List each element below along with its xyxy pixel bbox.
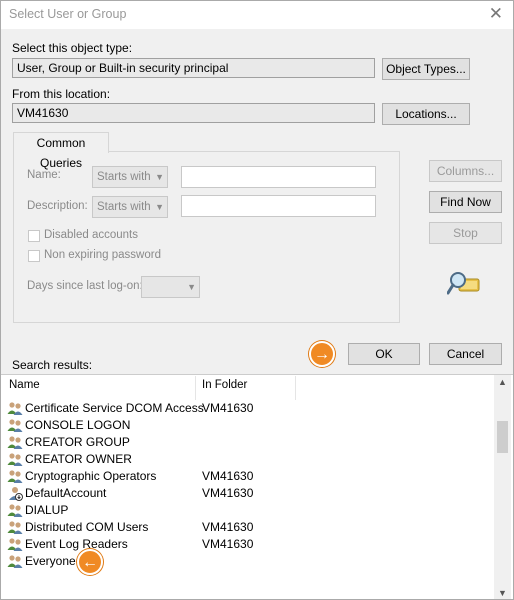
table-row[interactable]: DIALUP [1, 502, 496, 519]
arrow-left-annotation-icon: ← [77, 549, 103, 575]
row-folder: VM41630 [202, 520, 254, 534]
days-since-logon-label: Days since last log-on: [27, 280, 143, 292]
row-name: Certificate Service DCOM Access [25, 401, 204, 415]
scroll-down-icon[interactable]: ▼ [498, 588, 507, 598]
disabled-accounts-label: Disabled accounts [44, 229, 138, 241]
table-row[interactable]: Distributed COM Users VM41630 [1, 519, 496, 536]
columns-button[interactable]: Columns... [429, 160, 502, 182]
find-now-button[interactable]: Find Now [429, 191, 502, 213]
description-label: Description: [27, 200, 88, 212]
cancel-button[interactable]: Cancel [429, 343, 502, 365]
results-scrollbar[interactable]: ▲ ▼ [494, 375, 511, 599]
description-mode-select[interactable]: Starts with ▼ [92, 196, 168, 218]
row-name: DefaultAccount [25, 486, 107, 500]
non-expiring-password-checkbox[interactable] [28, 250, 40, 262]
stop-button[interactable]: Stop [429, 222, 502, 244]
column-divider[interactable] [295, 376, 296, 400]
row-name: DIALUP [25, 503, 69, 517]
location-field: VM41630 [12, 103, 375, 123]
title-bar: Select User or Group ✕ [1, 1, 513, 29]
name-input[interactable] [181, 166, 376, 188]
search-results-label: Search results: [12, 358, 93, 372]
row-folder: VM41630 [202, 486, 254, 500]
scroll-up-icon[interactable]: ▲ [498, 377, 507, 387]
description-mode-value: Starts with [97, 201, 151, 213]
column-header-in-folder[interactable]: In Folder [202, 379, 247, 391]
row-name: Cryptographic Operators [25, 469, 157, 483]
close-icon[interactable]: ✕ [489, 4, 503, 24]
select-user-or-group-dialog: Select User or Group ✕ Select this objec… [0, 0, 514, 600]
column-header-name[interactable]: Name [9, 379, 40, 391]
name-mode-value: Starts with [97, 171, 151, 183]
table-row[interactable]: CREATOR OWNER [1, 451, 496, 468]
row-name: CONSOLE LOGON [25, 418, 131, 432]
table-row[interactable]: Cryptographic Operators VM41630 [1, 468, 496, 485]
locations-button[interactable]: Locations... [382, 103, 470, 125]
scroll-thumb[interactable] [497, 421, 508, 453]
table-row[interactable]: Event Log Readers VM41630 [1, 536, 496, 553]
row-name: Distributed COM Users [25, 520, 149, 534]
row-folder: VM41630 [202, 537, 254, 551]
description-input[interactable] [181, 195, 376, 217]
row-name: Everyone [25, 554, 76, 568]
name-mode-select[interactable]: Starts with ▼ [92, 166, 168, 188]
dialog-title: Select User or Group [9, 7, 127, 21]
location-label: From this location: [12, 87, 111, 101]
non-expiring-password-label: Non expiring password [44, 249, 161, 261]
name-label: Name: [27, 169, 61, 181]
object-type-label: Select this object type: [12, 41, 133, 55]
disabled-accounts-checkbox[interactable] [28, 230, 40, 242]
row-folder: VM41630 [202, 401, 254, 415]
chevron-down-icon: ▼ [187, 282, 196, 292]
column-divider[interactable] [195, 376, 196, 400]
table-row[interactable]: CONSOLE LOGON [1, 417, 496, 434]
chevron-down-icon: ▼ [155, 202, 164, 212]
table-row[interactable]: CREATOR GROUP [1, 434, 496, 451]
object-type-field: User, Group or Built-in security princip… [12, 58, 375, 78]
row-folder: VM41630 [202, 469, 254, 483]
table-row[interactable]: Certificate Service DCOM Access VM41630 [1, 400, 496, 417]
row-name: CREATOR OWNER [25, 452, 132, 466]
tab-common-queries[interactable]: Common Queries [13, 132, 109, 170]
days-since-logon-select[interactable]: ▼ [141, 276, 200, 298]
chevron-down-icon: ▼ [155, 172, 164, 182]
object-types-button[interactable]: Object Types... [382, 58, 470, 80]
row-name: Event Log Readers [25, 537, 128, 551]
arrow-right-annotation-icon: → [309, 341, 335, 367]
ok-button[interactable]: OK [348, 343, 420, 365]
table-row[interactable]: Everyone [1, 553, 496, 570]
row-name: CREATOR GROUP [25, 435, 130, 449]
table-row[interactable]: DefaultAccount VM41630 [1, 485, 496, 502]
search-magnifier-icon [447, 272, 480, 295]
